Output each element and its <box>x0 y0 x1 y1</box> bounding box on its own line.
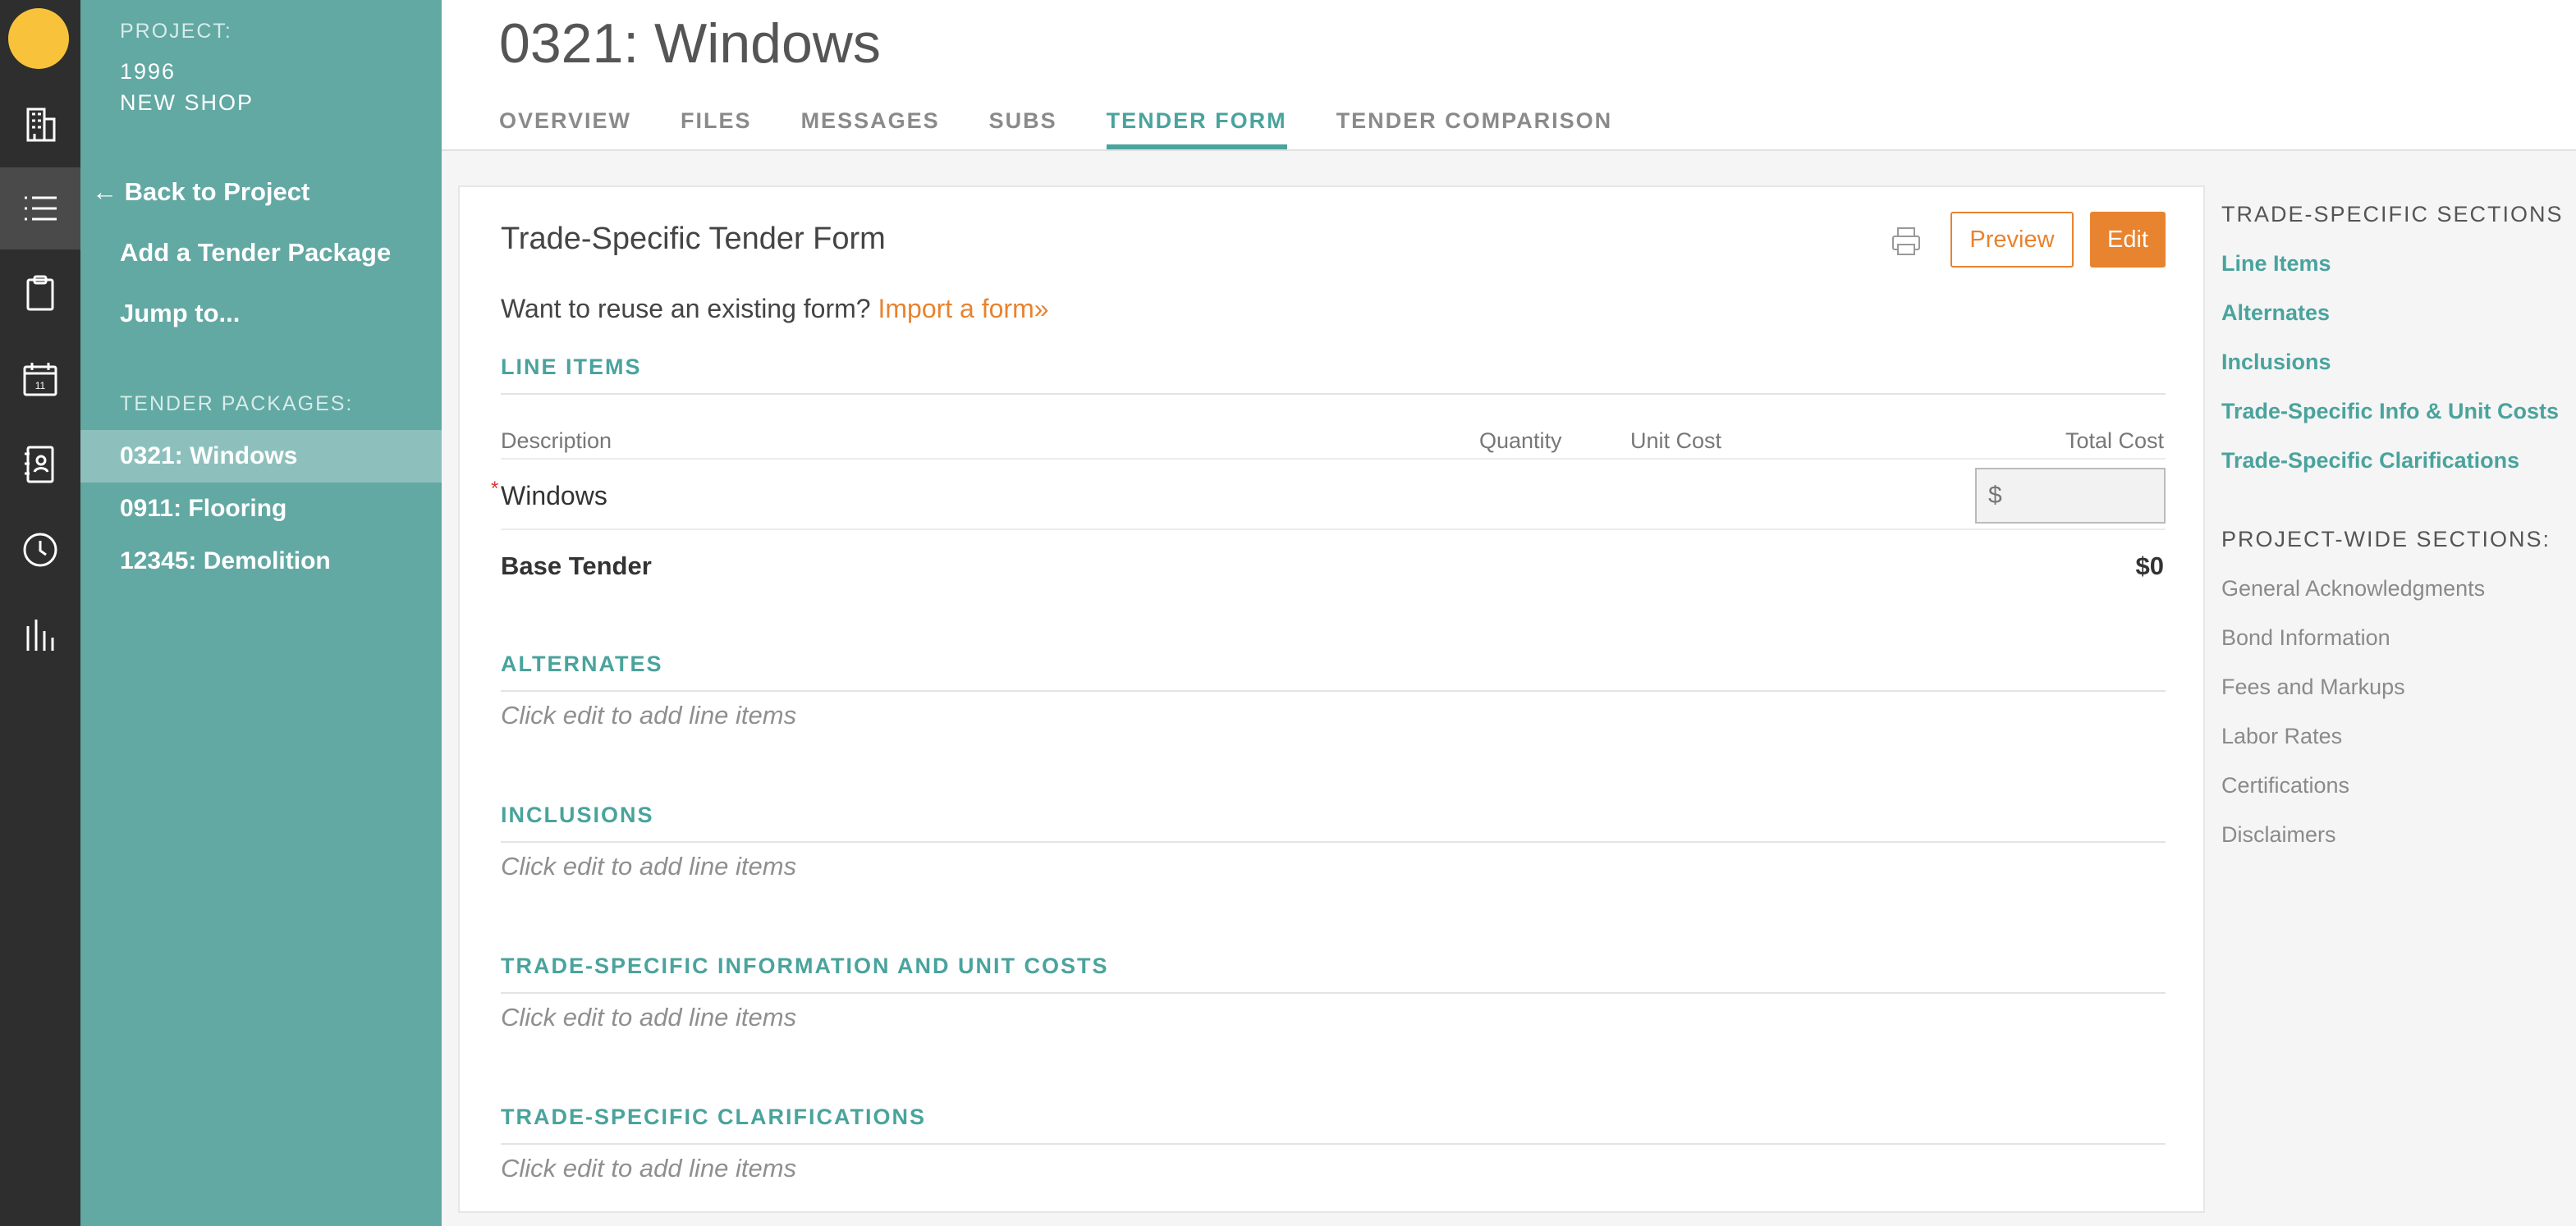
tab-messages[interactable]: MESSAGES <box>801 108 940 149</box>
line-items-heading: LINE ITEMS <box>501 355 2166 395</box>
column-description: Description <box>501 428 612 453</box>
page-title: 0321: Windows <box>499 12 881 75</box>
tab-tender-comparison[interactable]: TENDER COMPARISON <box>1336 108 1613 149</box>
clarifications-heading: TRADE-SPECIFIC CLARIFICATIONS <box>501 1105 2166 1145</box>
inclusions-heading: INCLUSIONS <box>501 803 2166 843</box>
alternates-heading: ALTERNATES <box>501 652 2166 692</box>
preview-button[interactable]: Preview <box>1950 212 2074 268</box>
arrow-left-icon: ← <box>92 177 117 206</box>
list-icon[interactable] <box>0 167 80 249</box>
clipboard-icon[interactable] <box>0 253 80 335</box>
chart-icon[interactable] <box>0 594 80 676</box>
nav-link-alternates[interactable]: Alternates <box>2221 300 2330 326</box>
add-tender-package-link[interactable]: Add a Tender Package <box>120 238 391 268</box>
inclusions-empty-text: Click edit to add line items <box>501 852 797 881</box>
page-header: 0321: Windows OVERVIEW FILES MESSAGES SU… <box>442 0 2576 151</box>
base-tender-value: $0 <box>2135 551 2164 580</box>
calendar-icon[interactable]: 11 <box>0 338 80 420</box>
icon-rail: 11 <box>0 0 80 1226</box>
tender-form-card: Trade-Specific Tender Form Preview Edit … <box>458 185 2205 1213</box>
required-marker: * <box>491 478 499 500</box>
trade-info-heading: TRADE-SPECIFIC INFORMATION AND UNIT COST… <box>501 954 2166 994</box>
nav-link-inclusions[interactable]: Inclusions <box>2221 350 2331 375</box>
project-sidebar: PROJECT: 1996 NEW SHOP ← Back to Project… <box>80 0 442 1226</box>
nav-link-general-acknowledgments[interactable]: General Acknowledgments <box>2221 576 2485 602</box>
tender-package-item[interactable]: 12345: Demolition <box>80 535 442 588</box>
nav-link-line-items[interactable]: Line Items <box>2221 251 2331 277</box>
building-icon[interactable] <box>0 84 80 166</box>
base-tender-label: Base Tender <box>501 551 652 580</box>
jump-to-link[interactable]: Jump to... <box>120 299 240 328</box>
print-icon[interactable] <box>1890 225 1923 258</box>
nav-link-bond-information[interactable]: Bond Information <box>2221 625 2390 651</box>
column-total-cost: Total Cost <box>2065 428 2164 453</box>
project-name: 1996 NEW SHOP <box>120 59 254 115</box>
svg-text:11: 11 <box>35 380 46 391</box>
user-avatar[interactable] <box>8 8 69 69</box>
column-unit-cost: Unit Cost <box>1630 428 1722 453</box>
nav-link-certifications[interactable]: Certifications <box>2221 773 2349 798</box>
reuse-prompt: Want to reuse an existing form? Import a… <box>501 294 1049 324</box>
nav-link-fees-markups[interactable]: Fees and Markups <box>2221 675 2405 700</box>
tab-subs[interactable]: SUBS <box>989 108 1057 149</box>
tab-tender-form[interactable]: TENDER FORM <box>1106 108 1287 149</box>
clock-icon[interactable] <box>0 509 80 591</box>
project-sections-heading: PROJECT-WIDE SECTIONS: <box>2221 527 2551 551</box>
total-cost-input[interactable] <box>1975 468 2166 524</box>
line-item-description: Windows <box>501 481 607 510</box>
nav-link-disclaimers[interactable]: Disclaimers <box>2221 822 2336 848</box>
row-divider <box>501 528 2166 530</box>
trade-sections-heading: TRADE-SPECIFIC SECTIONS <box>2221 202 2564 226</box>
tender-packages-label: TENDER PACKAGES: <box>120 392 354 415</box>
nav-link-labor-rates[interactable]: Labor Rates <box>2221 724 2342 749</box>
tab-files[interactable]: FILES <box>681 108 752 149</box>
back-to-project-label: Back to Project <box>124 177 310 206</box>
column-quantity: Quantity <box>1479 428 1562 453</box>
alternates-empty-text: Click edit to add line items <box>501 701 797 730</box>
back-to-project-link[interactable]: ← Back to Project <box>92 177 309 207</box>
project-label: PROJECT: <box>120 20 232 43</box>
trade-info-empty-text: Click edit to add line items <box>501 1003 797 1032</box>
tender-package-item[interactable]: 0321: Windows <box>80 430 442 483</box>
header-divider <box>501 458 2166 460</box>
tab-bar: OVERVIEW FILES MESSAGES SUBS TENDER FORM… <box>499 108 1662 149</box>
edit-button[interactable]: Edit <box>2090 212 2166 268</box>
reuse-text: Want to reuse an existing form? <box>501 294 871 323</box>
tender-package-item[interactable]: 0911: Flooring <box>80 483 442 535</box>
form-title: Trade-Specific Tender Form <box>501 222 886 256</box>
contacts-icon[interactable] <box>0 423 80 505</box>
clarifications-empty-text: Click edit to add line items <box>501 1154 797 1183</box>
tab-overview[interactable]: OVERVIEW <box>499 108 631 149</box>
nav-link-clarifications[interactable]: Trade-Specific Clarifications <box>2221 448 2519 473</box>
nav-link-trade-info[interactable]: Trade-Specific Info & Unit Costs <box>2221 399 2559 424</box>
import-form-link[interactable]: Import a form» <box>878 294 1048 323</box>
